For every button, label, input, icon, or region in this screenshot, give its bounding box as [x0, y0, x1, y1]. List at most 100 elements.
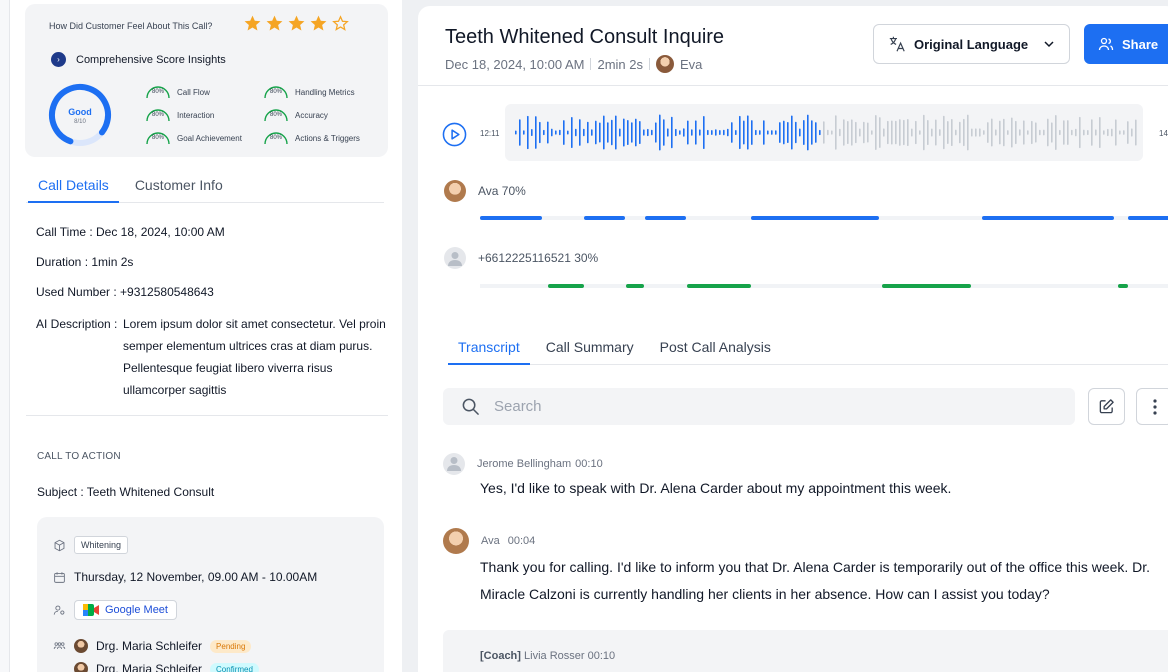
star-icon[interactable] [287, 14, 306, 33]
tab-call-details[interactable]: Call Details [28, 170, 119, 203]
star-outline-icon[interactable] [331, 14, 350, 33]
waveform-bar [755, 129, 757, 136]
waveform-bar [583, 128, 585, 137]
waveform-bar [707, 129, 709, 136]
waveform-bar [651, 129, 653, 136]
play-icon[interactable] [442, 122, 467, 147]
waveform-bar [935, 119, 937, 146]
waveform-bar [903, 119, 905, 146]
waveform-bar [743, 120, 745, 145]
waveform-bar [779, 122, 781, 143]
tag-chip[interactable]: Whitening [74, 536, 129, 554]
share-button[interactable]: Share [1084, 24, 1168, 64]
waveform-bar [747, 115, 749, 150]
talk-segment [982, 216, 1114, 220]
waveform-bar [519, 119, 521, 146]
waveform-bar [1047, 118, 1049, 147]
talk-segment [687, 284, 751, 288]
star-icon[interactable] [265, 14, 284, 33]
waveform-bar [1051, 122, 1053, 143]
waveform-bar [727, 128, 729, 137]
search-input[interactable]: Search [443, 388, 1075, 425]
waveform-bar [983, 130, 985, 135]
search-icon [462, 398, 479, 415]
chevron-down-icon [1044, 41, 1054, 48]
waveform-bar [607, 122, 609, 143]
metric-name: Call Flow [177, 87, 210, 97]
waveform-bar [811, 120, 813, 145]
waveform-bar [527, 115, 529, 150]
talk-segment [548, 284, 584, 288]
google-meet-icon [83, 604, 99, 616]
edit-button[interactable] [1088, 388, 1125, 425]
star-icon[interactable] [309, 14, 328, 33]
waveform-bar [999, 120, 1001, 145]
waveform-bar [639, 120, 641, 145]
transcript-tabs: Transcript Call Summary Post Call Analys… [448, 328, 1168, 365]
waveform-bar [567, 130, 569, 135]
waveform-bar [887, 120, 889, 145]
waveform-bar [911, 128, 913, 137]
waveform-bar [515, 130, 517, 135]
transcript-message: Jerome Bellingham 00:10 Yes, I'd like to … [443, 453, 1158, 502]
waveform-bar [967, 114, 969, 151]
tab-post-call-analysis[interactable]: Post Call Analysis [660, 328, 771, 364]
waveform-bar [919, 130, 921, 135]
chevron-right-icon[interactable]: › [51, 52, 66, 67]
cta-card: Whitening Thursday, 12 November, 09.00 A… [37, 517, 384, 672]
waveform-bar [723, 129, 725, 136]
waveform-bar [975, 128, 977, 137]
waveform-bar [1031, 120, 1033, 145]
waveform-bar [1055, 115, 1057, 150]
waveform-bar [991, 118, 993, 147]
audio-waveform[interactable] [505, 104, 1143, 161]
metric-interaction: 80% Interaction [145, 108, 214, 122]
metric-name: Interaction [177, 110, 215, 120]
cta-date: Thursday, 12 November, 09.00 AM - 10.00A… [74, 570, 318, 584]
waveform-bar [1023, 120, 1025, 145]
waveform-bar [899, 119, 901, 146]
waveform-bar [791, 115, 793, 150]
cta-title: CALL TO ACTION [37, 451, 121, 462]
transcript-message: Ava 00:04 Thank you for calling. I'd like… [443, 528, 1158, 608]
call-duration: 2min 2s [597, 56, 644, 72]
waveform-bar [1103, 130, 1105, 135]
ai-description: AI Description : Lorem ipsum dolor sit a… [36, 313, 386, 401]
tab-call-summary[interactable]: Call Summary [546, 328, 634, 364]
star-icon[interactable] [243, 14, 262, 33]
translate-icon [889, 36, 905, 52]
google-meet-chip[interactable]: Google Meet [74, 600, 177, 620]
waveform-bar [987, 122, 989, 143]
star-rating[interactable] [243, 14, 350, 33]
waveform-bar [535, 116, 537, 149]
waveform-bar [555, 130, 557, 135]
message-author: Jerome Bellingham [477, 458, 572, 470]
insights-header[interactable]: › Comprehensive Score Insights [51, 52, 226, 67]
tab-customer-info[interactable]: Customer Info [135, 170, 223, 202]
waveform-bar [599, 122, 601, 143]
divider [649, 58, 651, 70]
more-button[interactable] [1136, 388, 1168, 425]
language-dropdown[interactable]: Original Language [873, 24, 1070, 64]
coach-note: [Coach] Livia Rosser 00:10 [443, 630, 1168, 672]
tab-transcript[interactable]: Transcript [448, 328, 530, 365]
waveform-bar [659, 114, 661, 151]
waveform-bar [711, 130, 713, 135]
status-badge: Pending [210, 639, 252, 653]
metric-value: 80% [151, 112, 164, 118]
message-header: Ava 00:04 [443, 528, 1158, 554]
waveform-bar [959, 121, 961, 144]
coach-tag: [Coach] [480, 650, 521, 662]
waveform-bar [703, 115, 705, 150]
coach-time: 00:10 [587, 650, 616, 662]
waveform-bar [783, 120, 785, 145]
waveform-bar [547, 121, 549, 144]
more-vertical-icon [1152, 398, 1157, 415]
divider [590, 58, 592, 70]
waveform-bar [663, 119, 665, 146]
waveform-bar [891, 120, 893, 145]
waveform-bar [563, 120, 565, 145]
waveform-bar [1083, 129, 1085, 136]
talk-segment [480, 216, 542, 220]
waveform-bar [551, 128, 553, 137]
